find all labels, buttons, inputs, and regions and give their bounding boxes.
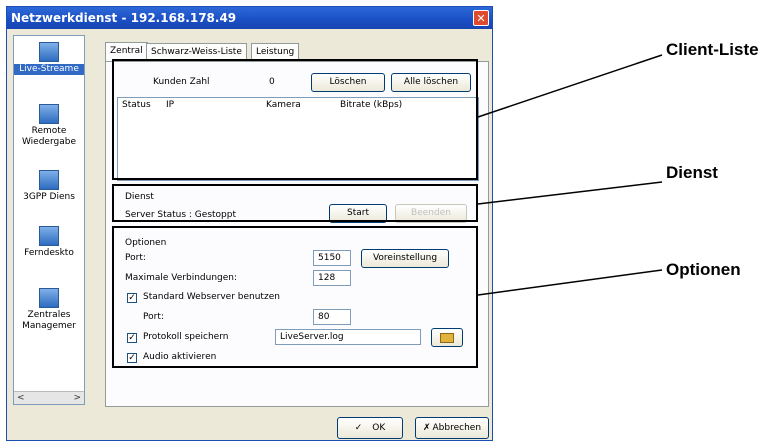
callout-options: Optionen <box>666 260 741 279</box>
service-pointer <box>477 181 663 205</box>
callout-client-list: Client-Liste <box>666 40 759 59</box>
callout-service: Dienst <box>666 163 718 182</box>
options-pointer <box>477 269 663 296</box>
callout-lines <box>477 54 663 296</box>
client-list-pointer <box>477 54 663 118</box>
